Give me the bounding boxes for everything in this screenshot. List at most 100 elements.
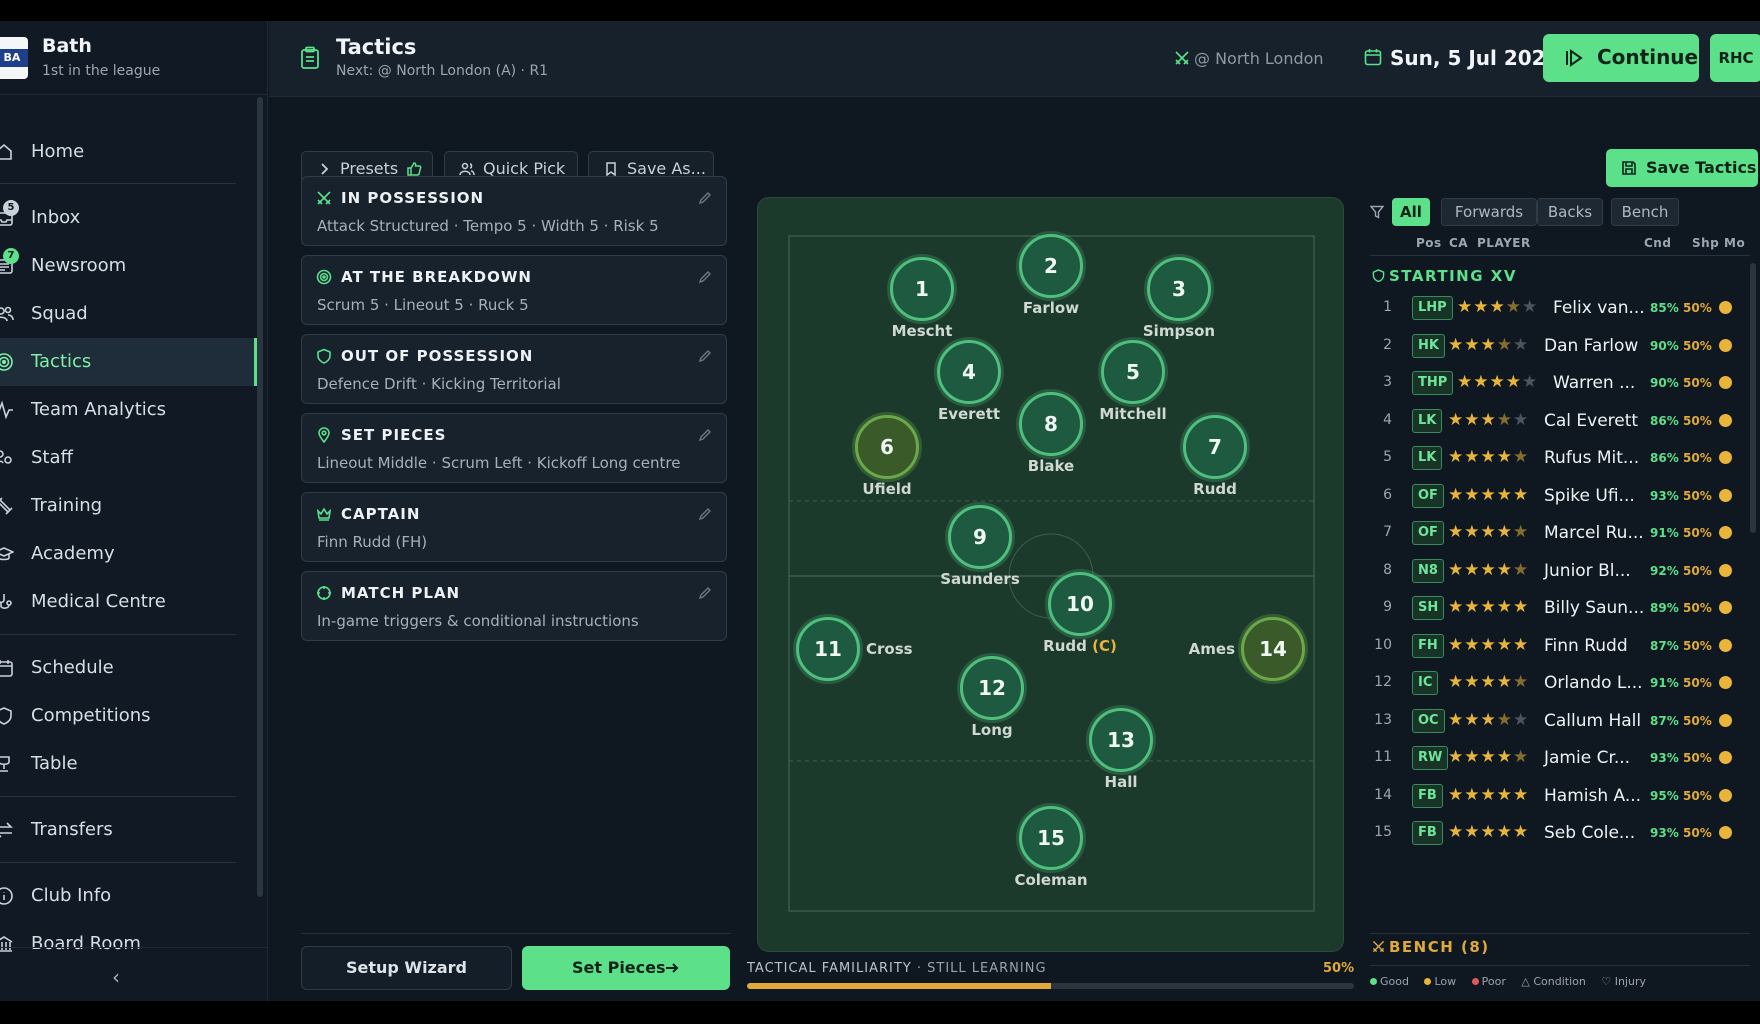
- player-token[interactable]: 9: [948, 505, 1012, 569]
- sidebar-item-training[interactable]: Training: [0, 482, 257, 530]
- column-header-cnd[interactable]: Cnd: [1644, 236, 1671, 250]
- player-token[interactable]: 10: [1048, 572, 1112, 636]
- table-row[interactable]: 4 LK ★★★★★ Cal Everett 86% 50%: [1370, 401, 1750, 443]
- table-row[interactable]: 3 THP ★★★★★ Warren ... 90% 50%: [1370, 363, 1750, 405]
- card-at-the-breakdown[interactable]: AT THE BREAKDOWN Scrum 5 · Lineout 5 · R…: [301, 255, 727, 325]
- sidebar-item-medical-centre[interactable]: Medical Centre: [0, 578, 257, 626]
- star-icon: ★: [1513, 709, 1530, 730]
- sidebar-item-newsroom[interactable]: 7 Newsroom: [0, 242, 257, 290]
- sidebar-item-club-info[interactable]: Club Info: [0, 872, 257, 920]
- player-name[interactable]: Felix van...: [1553, 298, 1645, 318]
- pencil-icon[interactable]: [697, 506, 713, 522]
- table-row[interactable]: 9 SH ★★★★★ Billy Saun... 89% 50%: [1370, 588, 1750, 630]
- table-row[interactable]: 5 LK ★★★★★ Rufus Mit... 86% 50%: [1370, 438, 1750, 480]
- table-row[interactable]: 10 FH ★★★★★ Finn Rudd 87% 50%: [1370, 626, 1750, 668]
- card-out-of-possession[interactable]: OUT OF POSSESSION Defence Drift · Kickin…: [301, 334, 727, 404]
- star-icon: ★: [1448, 709, 1465, 730]
- position-badge: LHP: [1412, 296, 1453, 320]
- user-menu-button[interactable]: RHC: [1710, 34, 1760, 82]
- player-name[interactable]: Dan Farlow: [1544, 336, 1638, 356]
- player-name[interactable]: Hamish A...: [1544, 786, 1641, 806]
- player-name[interactable]: Cal Everett: [1544, 411, 1638, 431]
- card-set-pieces[interactable]: SET PIECES Lineout Middle · Scrum Left ·…: [301, 413, 727, 483]
- shirt-number: 6: [1383, 486, 1392, 503]
- player-token[interactable]: 14: [1241, 617, 1305, 681]
- player-name[interactable]: Junior Bl...: [1544, 561, 1631, 581]
- sidebar-item-schedule[interactable]: Schedule: [0, 644, 257, 692]
- player-token[interactable]: 3: [1147, 257, 1211, 321]
- sidebar-scrollbar[interactable]: [257, 97, 263, 897]
- card-captain[interactable]: CAPTAIN Finn Rudd (FH): [301, 492, 727, 562]
- filter-chip-backs[interactable]: Backs: [1537, 198, 1603, 226]
- player-token[interactable]: 5: [1101, 340, 1165, 404]
- activity-icon: [0, 400, 13, 420]
- sidebar-item-tactics[interactable]: Tactics: [0, 338, 257, 386]
- player-token[interactable]: 2: [1019, 234, 1083, 298]
- player-name[interactable]: Orlando L...: [1544, 673, 1643, 693]
- table-row[interactable]: 7 OF ★★★★★ Marcel Ru... 91% 50%: [1370, 513, 1750, 555]
- bench-heading[interactable]: BENCH (8): [1389, 938, 1490, 956]
- pencil-icon[interactable]: [697, 585, 713, 601]
- player-name[interactable]: Finn Rudd: [1544, 636, 1628, 656]
- player-name[interactable]: Seb Cole...: [1544, 823, 1635, 843]
- table-row[interactable]: 14 FB ★★★★★ Hamish A... 95% 50%: [1370, 776, 1750, 818]
- sidebar-item-home[interactable]: Home: [0, 128, 257, 176]
- table-row[interactable]: 1 LHP ★★★★★ Felix van... 85% 50%: [1370, 288, 1750, 330]
- pencil-icon[interactable]: [697, 348, 713, 364]
- sidebar-item-team-analytics[interactable]: Team Analytics: [0, 386, 257, 434]
- player-token[interactable]: 15: [1019, 806, 1083, 870]
- sidebar-item-transfers[interactable]: Transfers: [0, 806, 257, 854]
- column-header-mo[interactable]: Mo: [1724, 236, 1745, 250]
- player-token[interactable]: 11: [796, 617, 860, 681]
- sidebar-collapse-button[interactable]: ‹: [0, 947, 268, 1001]
- player-token[interactable]: 13: [1089, 708, 1153, 772]
- table-row[interactable]: 11 RW ★★★★★ Jamie Cr... 93% 50%: [1370, 738, 1750, 780]
- table-row[interactable]: 8 N8 ★★★★★ Junior Bl... 92% 50%: [1370, 551, 1750, 593]
- app-window: BA Bath 1st in the league Home 5 Inbox 7…: [0, 21, 1760, 1001]
- column-header-pos[interactable]: Pos: [1416, 236, 1442, 250]
- filter-chip-forwards[interactable]: Forwards: [1441, 198, 1537, 226]
- player-token[interactable]: 1: [890, 257, 954, 321]
- continue-button[interactable]: Continue: [1543, 34, 1699, 82]
- column-header-player[interactable]: PLAYER: [1477, 236, 1531, 250]
- player-name[interactable]: Billy Saun...: [1544, 598, 1644, 618]
- player-token[interactable]: 7: [1183, 415, 1247, 479]
- filter-chip-all[interactable]: All: [1392, 198, 1430, 226]
- table-row[interactable]: 2 HK ★★★★★ Dan Farlow 90% 50%: [1370, 326, 1750, 368]
- setup-wizard-button[interactable]: Setup Wizard: [301, 946, 512, 990]
- table-row[interactable]: 6 OF ★★★★★ Spike Ufi... 93% 50%: [1370, 476, 1750, 518]
- player-name[interactable]: Callum Hall: [1544, 711, 1641, 731]
- save-tactics-button[interactable]: Save Tactics: [1606, 149, 1758, 187]
- card-match-plan[interactable]: MATCH PLAN In-game triggers & conditiona…: [301, 571, 727, 641]
- player-token[interactable]: 4: [937, 340, 1001, 404]
- player-name[interactable]: Jamie Cr...: [1544, 748, 1630, 768]
- table-row[interactable]: 15 FB ★★★★★ Seb Cole... 93% 50%: [1370, 813, 1750, 855]
- sidebar-item-squad[interactable]: Squad: [0, 290, 257, 338]
- player-token[interactable]: 6: [855, 415, 919, 479]
- player-name[interactable]: Spike Ufi...: [1544, 486, 1635, 506]
- sidebar-item-table[interactable]: Table: [0, 740, 257, 788]
- sidebar-item-competitions[interactable]: Competitions: [0, 692, 257, 740]
- sidebar-item-staff[interactable]: Staff: [0, 434, 257, 482]
- card-in-possession[interactable]: IN POSSESSION Attack Structured · Tempo …: [301, 176, 727, 246]
- sidebar-item-academy[interactable]: Academy: [0, 530, 257, 578]
- column-header-shp[interactable]: Shp: [1692, 236, 1719, 250]
- player-token[interactable]: 12: [960, 656, 1024, 720]
- pencil-icon[interactable]: [697, 269, 713, 285]
- player-name[interactable]: Marcel Ru...: [1544, 523, 1644, 543]
- sidebar-item-inbox[interactable]: 5 Inbox: [0, 194, 257, 242]
- player-name[interactable]: Warren ...: [1553, 373, 1635, 393]
- player-name[interactable]: Rufus Mit...: [1544, 448, 1639, 468]
- set-pieces-button[interactable]: Set Pieces: [522, 946, 730, 990]
- pencil-icon[interactable]: [697, 427, 713, 443]
- star-icon: ★: [1464, 447, 1481, 467]
- table-row[interactable]: 12 IC ★★★★★ Orlando L... 91% 50%: [1370, 663, 1750, 705]
- table-row[interactable]: 13 OC ★★★★★ Callum Hall 87% 50%: [1370, 701, 1750, 743]
- filter-chip-bench[interactable]: Bench: [1611, 198, 1679, 226]
- roster-scrollbar[interactable]: [1750, 263, 1756, 533]
- ability-stars: ★★★★★: [1448, 447, 1529, 467]
- pencil-icon[interactable]: [697, 190, 713, 206]
- club-header[interactable]: BA Bath 1st in the league: [0, 21, 268, 95]
- column-header-ca[interactable]: CA: [1449, 236, 1468, 250]
- player-token[interactable]: 8: [1019, 392, 1083, 456]
